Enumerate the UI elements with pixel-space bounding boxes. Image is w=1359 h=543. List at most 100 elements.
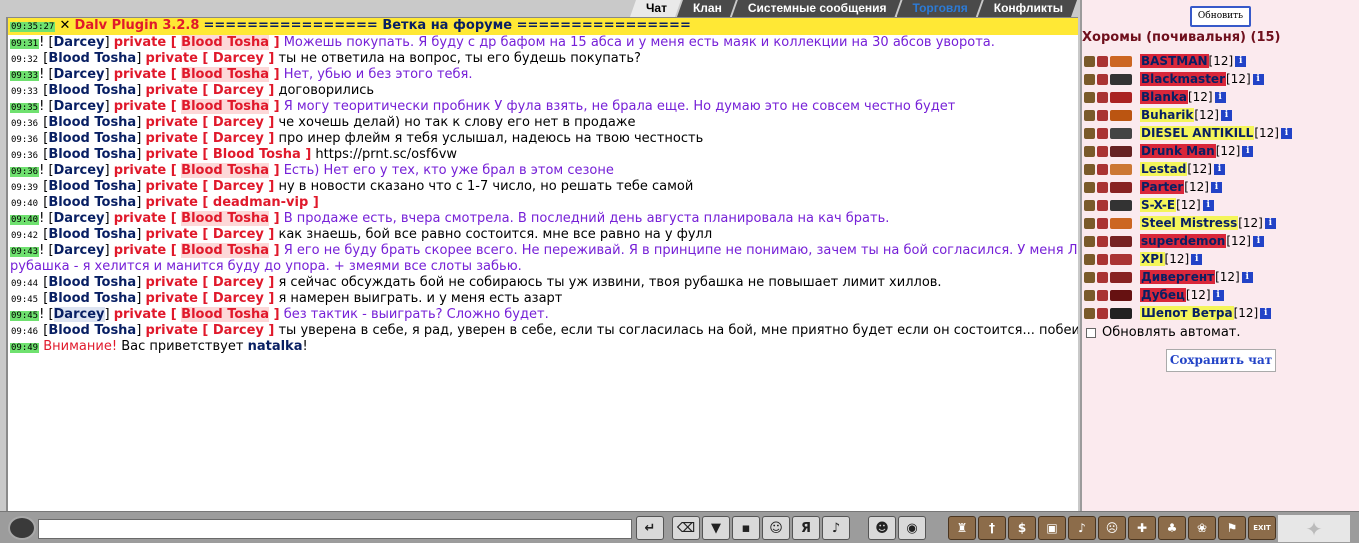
- private-target[interactable]: Darcey: [213, 227, 264, 242]
- private-target[interactable]: Blood Tosha: [181, 243, 270, 258]
- info-icon[interactable]: i: [1210, 181, 1222, 193]
- emoji-icon[interactable]: ☻: [868, 516, 896, 540]
- private-arrow-icon[interactable]: [1084, 253, 1095, 265]
- translit-icon[interactable]: Я: [792, 516, 820, 540]
- private-arrow-icon[interactable]: [1084, 181, 1095, 193]
- private-arrow-icon[interactable]: [1084, 199, 1095, 211]
- private-target[interactable]: Blood Tosha: [181, 211, 270, 226]
- auto-refresh-row[interactable]: Обновлять автомат.: [1086, 325, 1241, 340]
- puzzle-icon[interactable]: ✦: [1278, 515, 1350, 542]
- nick[interactable]: Darcey: [54, 211, 105, 226]
- info-icon[interactable]: i: [1212, 289, 1224, 301]
- save-chat-button[interactable]: Сохранить чат: [1166, 349, 1276, 372]
- private-arrow-icon[interactable]: [1084, 235, 1095, 247]
- private-target[interactable]: Darcey: [213, 51, 264, 66]
- room-user[interactable]: Lestad [12] i: [1084, 160, 1359, 178]
- filter-icon[interactable]: ▼: [702, 516, 730, 540]
- private-target[interactable]: Darcey: [213, 291, 264, 306]
- flag-icon[interactable]: ⚑: [1218, 516, 1246, 540]
- room-user[interactable]: DIESEL ANTIKILL [12] i: [1084, 124, 1359, 142]
- nick[interactable]: Blood Tosha: [48, 227, 136, 242]
- money-bag-icon[interactable]: $: [1008, 516, 1036, 540]
- bag-icon[interactable]: ♜: [948, 516, 976, 540]
- paw-icon[interactable]: ❀: [1188, 516, 1216, 540]
- scroll-icon[interactable]: ♪: [1068, 516, 1096, 540]
- helmet-icon[interactable]: ◉: [898, 516, 926, 540]
- user-name[interactable]: Дивергент: [1140, 270, 1216, 284]
- private-arrow-icon[interactable]: [1084, 271, 1095, 283]
- tab-conflicts[interactable]: Конфликты: [978, 0, 1077, 17]
- private-target[interactable]: Darcey: [213, 131, 264, 146]
- tab-trade[interactable]: Торговля: [897, 0, 982, 17]
- nick[interactable]: Darcey: [53, 307, 105, 322]
- smiley-face-icon[interactable]: [8, 516, 36, 540]
- info-icon[interactable]: i: [1260, 307, 1272, 319]
- private-target[interactable]: Blood Tosha: [181, 307, 270, 322]
- private-arrow-icon[interactable]: [1084, 73, 1095, 85]
- forum-link[interactable]: ================ Ветка на форуме =======…: [204, 18, 691, 33]
- nick[interactable]: Blood Tosha: [48, 195, 136, 210]
- private-target[interactable]: Blood Tosha: [181, 67, 270, 82]
- private-arrow-icon[interactable]: [1084, 91, 1095, 103]
- send-icon[interactable]: ↵: [636, 516, 664, 540]
- nick[interactable]: Darcey: [54, 163, 105, 178]
- nick[interactable]: Darcey: [54, 35, 105, 50]
- info-icon[interactable]: i: [1202, 199, 1214, 211]
- close-icon[interactable]: ✕: [60, 18, 71, 33]
- info-icon[interactable]: i: [1241, 271, 1253, 283]
- private-target[interactable]: deadman-vip: [213, 195, 308, 210]
- people-icon[interactable]: ♣: [1158, 516, 1186, 540]
- user-name[interactable]: Lestad: [1140, 162, 1188, 176]
- user-name[interactable]: XPI: [1140, 252, 1165, 266]
- figure-icon[interactable]: ☺: [762, 516, 790, 540]
- private-target[interactable]: Blood Tosha: [181, 99, 270, 114]
- user-name[interactable]: Steel Mistress: [1140, 216, 1239, 230]
- room-user[interactable]: Parter [12] i: [1084, 178, 1359, 196]
- user-name[interactable]: Дубец: [1140, 288, 1186, 302]
- info-icon[interactable]: i: [1242, 145, 1254, 157]
- info-icon[interactable]: i: [1191, 253, 1203, 265]
- private-arrow-icon[interactable]: [1084, 55, 1095, 67]
- private-target[interactable]: Darcey: [213, 115, 264, 130]
- private-target[interactable]: Darcey: [213, 275, 264, 290]
- room-user[interactable]: Buharik [12] i: [1084, 106, 1359, 124]
- nick[interactable]: Blood Tosha: [48, 131, 136, 146]
- auto-refresh-checkbox[interactable]: [1086, 327, 1096, 338]
- user-name[interactable]: Parter: [1140, 180, 1185, 194]
- private-arrow-icon[interactable]: [1084, 163, 1095, 175]
- nick[interactable]: Blood Tosha: [48, 179, 136, 194]
- info-icon[interactable]: i: [1214, 91, 1226, 103]
- room-user[interactable]: BASTMAN [12] i: [1084, 52, 1359, 70]
- sword-icon[interactable]: †: [978, 516, 1006, 540]
- private-target[interactable]: Darcey: [213, 323, 264, 338]
- user-name[interactable]: S-X-E: [1140, 198, 1177, 212]
- info-icon[interactable]: i: [1214, 163, 1225, 175]
- nick[interactable]: Blood Tosha: [48, 83, 136, 98]
- nick[interactable]: Blood Tosha: [48, 275, 136, 290]
- nick[interactable]: Blood Tosha: [48, 147, 136, 162]
- face-icon[interactable]: ☹: [1098, 516, 1126, 540]
- room-user[interactable]: Дивергент [12] i: [1084, 268, 1359, 286]
- private-arrow-icon[interactable]: [1084, 307, 1095, 319]
- private-arrow-icon[interactable]: [1084, 109, 1095, 121]
- room-user[interactable]: Blanka [12] i: [1084, 88, 1359, 106]
- private-target[interactable]: Blood Tosha: [181, 35, 270, 50]
- sound-icon[interactable]: ♪: [822, 516, 850, 540]
- nick[interactable]: Darcey: [54, 67, 105, 82]
- exit-button[interactable]: EXIT: [1248, 516, 1276, 540]
- user-name[interactable]: Blackmaster: [1140, 72, 1226, 86]
- save-icon[interactable]: ▪: [732, 516, 760, 540]
- tab-chat[interactable]: Чат: [630, 0, 681, 17]
- nick[interactable]: Darcey: [54, 243, 105, 258]
- nick[interactable]: Blood Tosha: [48, 323, 136, 338]
- cross-icon[interactable]: ✚: [1128, 516, 1156, 540]
- info-icon[interactable]: i: [1253, 235, 1264, 247]
- chat-log[interactable]: 09:35:27 ✕ Dalv Plugin 3.2.8 ===========…: [6, 17, 1078, 511]
- chat-input[interactable]: [38, 519, 632, 539]
- nick[interactable]: Blood Tosha: [48, 51, 136, 66]
- user-name[interactable]: Buharik: [1140, 108, 1195, 122]
- room-user[interactable]: XPI [12] i: [1084, 250, 1359, 268]
- nick[interactable]: Blood Tosha: [48, 291, 136, 306]
- room-user[interactable]: Шепот Ветра [12] i: [1084, 304, 1359, 322]
- info-icon[interactable]: i: [1264, 217, 1276, 229]
